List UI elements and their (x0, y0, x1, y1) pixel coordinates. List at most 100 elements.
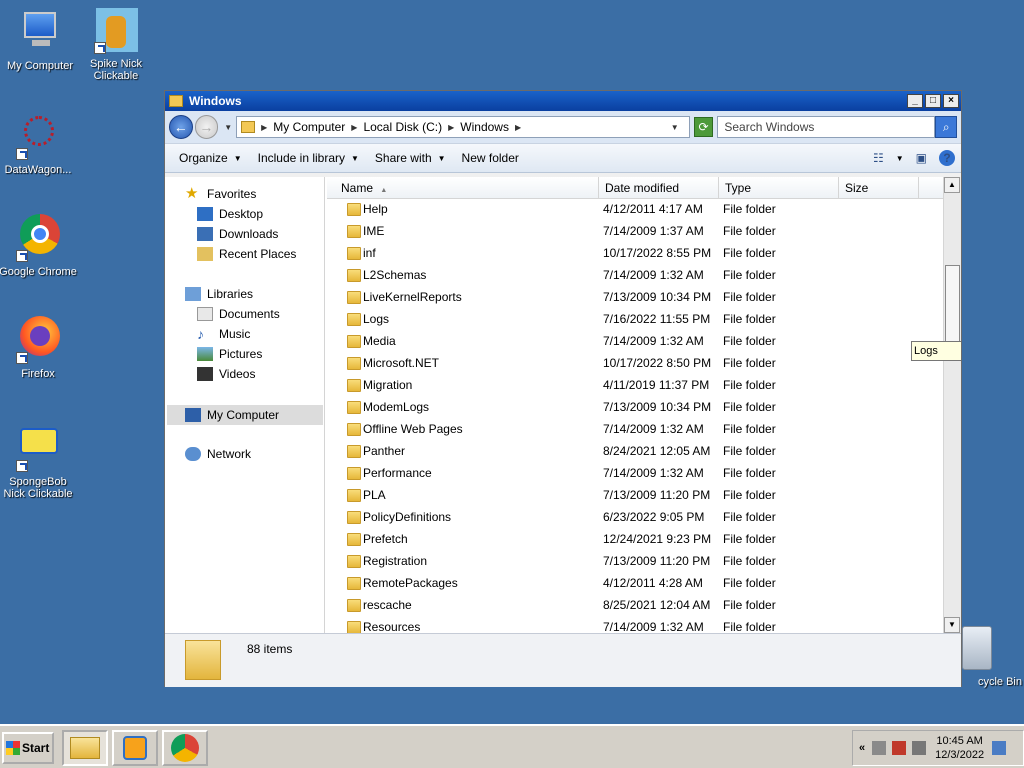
minimize-button[interactable]: _ (907, 94, 923, 108)
show-desktop-icon[interactable] (992, 741, 1007, 755)
nav-documents[interactable]: Documents (197, 307, 280, 321)
file-name: Microsoft.NET (363, 356, 440, 370)
column-size[interactable]: Size (839, 177, 919, 199)
clock[interactable]: 10:45 AM 12/3/2022 (935, 734, 984, 762)
desktop-icon-chrome[interactable]: Google Chrome (0, 214, 78, 278)
desktop-icon-spike[interactable]: Spike Nick Clickable (76, 6, 156, 82)
scroll-down-arrow-icon[interactable]: ▼ (944, 617, 960, 633)
file-row[interactable]: rescache 8/25/2021 12:04 AM File folder (327, 595, 943, 617)
file-row[interactable]: Help 4/12/2011 4:17 AM File folder (327, 199, 943, 221)
file-row[interactable]: RemotePackages 4/12/2011 4:28 AM File fold… (327, 573, 943, 595)
start-button[interactable]: Start (2, 732, 54, 764)
new-folder-button[interactable]: New folder (462, 151, 519, 165)
file-row[interactable]: Panther 8/24/2021 12:05 AM File folder (327, 441, 943, 463)
file-row[interactable]: Prefetch 12/24/2021 9:23 PM File folder (327, 529, 943, 551)
taskbar-explorer-button[interactable] (62, 730, 108, 766)
file-row[interactable]: Migration 4/11/2019 11:37 PM File folder (327, 375, 943, 397)
title-bar[interactable]: Windows _ □ × (165, 91, 961, 111)
back-button[interactable]: ← (169, 115, 193, 139)
share-with-menu[interactable]: Share with ▼ (375, 151, 446, 165)
nav-downloads[interactable]: Downloads (197, 227, 278, 241)
file-row[interactable]: Microsoft.NET 10/17/2022 8:50 PM File fold… (327, 353, 943, 375)
desktop-icon-firefox[interactable]: Firefox (0, 316, 78, 380)
nav-desktop[interactable]: Desktop (197, 207, 263, 221)
file-row[interactable]: LiveKernelReports 7/13/2009 10:34 PM File … (327, 287, 943, 309)
nav-pictures[interactable]: Pictures (197, 347, 262, 361)
maximize-button[interactable]: □ (925, 94, 941, 108)
taskbar-media-player-button[interactable] (112, 730, 158, 766)
nav-recent-places[interactable]: Recent Places (197, 247, 296, 261)
file-row[interactable]: Offline Web Pages 7/14/2009 1:32 AM File f… (327, 419, 943, 441)
file-type: File folder (723, 576, 776, 590)
column-name[interactable]: Name ▲ (327, 177, 599, 199)
breadcrumb-windows[interactable]: Windows (460, 120, 509, 134)
desktop-icon-label: SpongeBob Nick Clickable (3, 476, 73, 500)
nav-label: Downloads (219, 227, 279, 241)
chevron-right-icon[interactable]: ▶ (515, 123, 521, 132)
folder-icon (347, 555, 361, 568)
folder-icon (347, 511, 361, 524)
volume-icon[interactable] (912, 741, 927, 755)
file-row[interactable]: Registration 7/13/2009 11:20 PM File folde… (327, 551, 943, 573)
organize-menu[interactable]: Organize ▼ (179, 151, 242, 165)
address-dropdown-icon[interactable]: ▼ (671, 123, 679, 132)
desktop-icon-spongebob[interactable]: SpongeBob Nick Clickable (0, 424, 78, 500)
nav-network[interactable]: Network (185, 447, 251, 461)
file-row[interactable]: PolicyDefinitions 6/23/2022 9:05 PM File f… (327, 507, 943, 529)
column-date-modified[interactable]: Date modified (599, 177, 719, 199)
search-input[interactable]: Search Windows (717, 116, 936, 138)
file-type: File folder (723, 444, 776, 458)
file-row[interactable]: Performance 7/14/2009 1:32 AM File folder (327, 463, 943, 485)
explorer-window[interactable]: Windows _ □ × ← → ▼ ▶ My Computer ▶ Loca… (164, 90, 962, 687)
file-row[interactable]: Resources 7/14/2009 1:32 AM File folder (327, 617, 943, 633)
chevron-right-icon[interactable]: ▶ (351, 123, 357, 132)
nav-libraries[interactable]: Libraries (185, 287, 253, 301)
breadcrumb-my-computer[interactable]: My Computer (273, 120, 345, 134)
file-row[interactable]: inf 10/17/2022 8:55 PM File folder (327, 243, 943, 265)
forward-button[interactable]: → (194, 115, 219, 139)
file-row[interactable]: Logs 7/16/2022 11:55 PM File folder (327, 309, 943, 331)
recent-pages-dropdown[interactable]: ▼ (224, 123, 232, 132)
documents-icon (197, 307, 213, 321)
breadcrumb-local-disk[interactable]: Local Disk (C:) (363, 120, 442, 134)
desktop-icon-recycle-bin[interactable]: cycle Bin (958, 626, 1022, 688)
nav-videos[interactable]: Videos (197, 367, 255, 381)
file-row[interactable]: L2Schemas 7/14/2009 1:32 AM File folder (327, 265, 943, 287)
file-date: 7/13/2009 11:20 PM (603, 554, 711, 568)
navigation-pane: ★ Favorites Desktop Downloads Recent Pla… (167, 177, 325, 633)
search-icon[interactable]: ⌕ (935, 116, 957, 138)
start-label: Start (22, 741, 50, 755)
show-hidden-icons-button[interactable]: « (859, 742, 865, 754)
nav-label: Music (219, 327, 251, 341)
folder-icon (347, 467, 361, 480)
view-options-icon[interactable]: ☷ (873, 151, 884, 165)
column-type[interactable]: Type (719, 177, 839, 199)
help-icon[interactable]: ? (939, 150, 955, 166)
refresh-button[interactable]: ⟳ (693, 117, 714, 137)
scroll-up-arrow-icon[interactable]: ▲ (944, 177, 960, 193)
address-bar[interactable]: ▶ My Computer ▶ Local Disk (C:) ▶ Window… (236, 116, 690, 138)
preview-pane-icon[interactable]: ▣ (916, 151, 927, 165)
file-row[interactable]: PLA 7/13/2009 11:20 PM File folder (327, 485, 943, 507)
file-type: File folder (723, 598, 776, 612)
close-button[interactable]: × (943, 94, 959, 108)
include-in-library-menu[interactable]: Include in library ▼ (258, 151, 359, 165)
network-tray-icon[interactable] (872, 741, 887, 755)
desktop-icon-datawagon[interactable]: DataWagon... (0, 112, 78, 176)
vertical-scrollbar[interactable]: ▲ ▼ (943, 177, 961, 633)
file-date: 7/14/2009 1:32 AM (603, 422, 704, 436)
column-label: Type (725, 181, 752, 195)
view-dropdown-icon[interactable]: ▼ (896, 154, 904, 163)
taskbar-chrome-button[interactable] (162, 730, 208, 766)
chevron-right-icon[interactable]: ▶ (261, 123, 267, 132)
nav-my-computer[interactable]: My Computer (167, 405, 323, 425)
column-label: Date modified (605, 181, 680, 195)
chevron-right-icon[interactable]: ▶ (448, 123, 454, 132)
nav-favorites[interactable]: ★ Favorites (185, 186, 256, 201)
file-row[interactable]: IME 7/14/2009 1:37 AM File folder (327, 221, 943, 243)
nav-music[interactable]: ♪ Music (197, 327, 250, 341)
action-center-icon[interactable] (892, 741, 907, 755)
desktop-icon-my-computer[interactable]: My Computer (0, 8, 80, 72)
file-row[interactable]: ModemLogs 7/13/2009 10:34 PM File folder (327, 397, 943, 419)
file-row[interactable]: Media 7/14/2009 1:32 AM File folder (327, 331, 943, 353)
